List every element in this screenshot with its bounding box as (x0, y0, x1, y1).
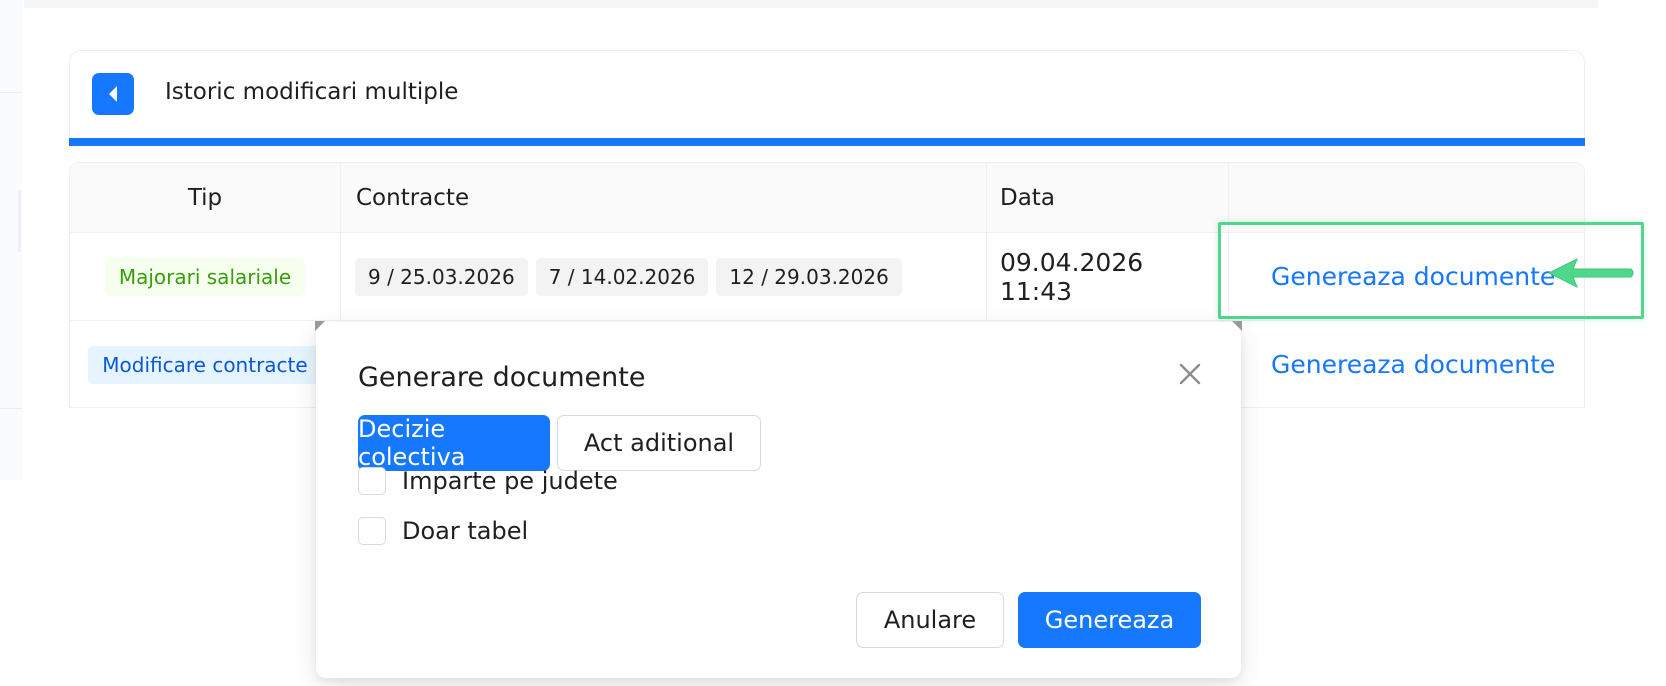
checkbox[interactable] (358, 467, 386, 495)
option-decizie-colectiva[interactable]: Decizie colectiva (358, 415, 550, 471)
page: Istoric modificari multiple Tip Contract… (0, 0, 1666, 686)
action-cell: Genereaza documente (1271, 321, 1571, 407)
checkbox-label: Doar tabel (402, 517, 529, 545)
checkbox[interactable] (358, 517, 386, 545)
sidebar-active-indicator (18, 190, 21, 252)
back-button[interactable] (92, 73, 134, 115)
option-act-aditional[interactable]: Act aditional (557, 415, 761, 471)
checkbox-imparte-pe-judete[interactable]: Imparte pe judete (358, 466, 618, 496)
divider (0, 92, 22, 93)
generate-documents-popover: Generare documente Decizie colectiva Act… (315, 321, 1242, 678)
popover-title: Generare documente (358, 362, 646, 393)
type-tag: Majorari salariale (104, 257, 306, 296)
page-title: Istoric modificari multiple (165, 79, 459, 105)
generate-button[interactable]: Genereaza (1018, 592, 1201, 648)
contracts-cell: 9 / 25.03.2026 7 / 14.02.2026 12 / 29.03… (355, 233, 975, 320)
date-value: 09.04.2026 11:43 (1000, 247, 1144, 306)
arrow-left-icon (1547, 257, 1634, 289)
caret-left-icon (109, 86, 117, 102)
header-accent-bar (69, 138, 1585, 146)
divider (0, 408, 22, 409)
cancel-button[interactable]: Anulare (856, 592, 1004, 648)
column-header-data: Data (1000, 185, 1055, 211)
contract-chip: 9 / 25.03.2026 (355, 257, 528, 296)
tip-cell: Majorari salariale (85, 233, 325, 320)
popover-corner (315, 321, 325, 331)
type-tag: Modificare contracte (88, 345, 322, 384)
tip-cell: Modificare contracte (85, 321, 325, 407)
close-icon[interactable] (1176, 360, 1204, 388)
popover-corner (1232, 321, 1242, 331)
date-cell: 09.04.2026 11:43 (1000, 233, 1220, 320)
contract-chip: 12 / 29.03.2026 (716, 257, 902, 296)
contract-chip: 7 / 14.02.2026 (535, 257, 709, 296)
checkbox-label: Imparte pe judete (402, 467, 618, 495)
column-header-tip: Tip (187, 185, 223, 211)
history-header-card: Istoric modificari multiple (69, 50, 1585, 146)
checkbox-doar-tabel[interactable]: Doar tabel (358, 516, 528, 546)
column-header-contracte: Contracte (356, 185, 470, 211)
top-strip (24, 0, 1598, 8)
left-sidebar-edge (0, 0, 22, 480)
generate-documents-link[interactable]: Genereaza documente (1271, 350, 1555, 379)
